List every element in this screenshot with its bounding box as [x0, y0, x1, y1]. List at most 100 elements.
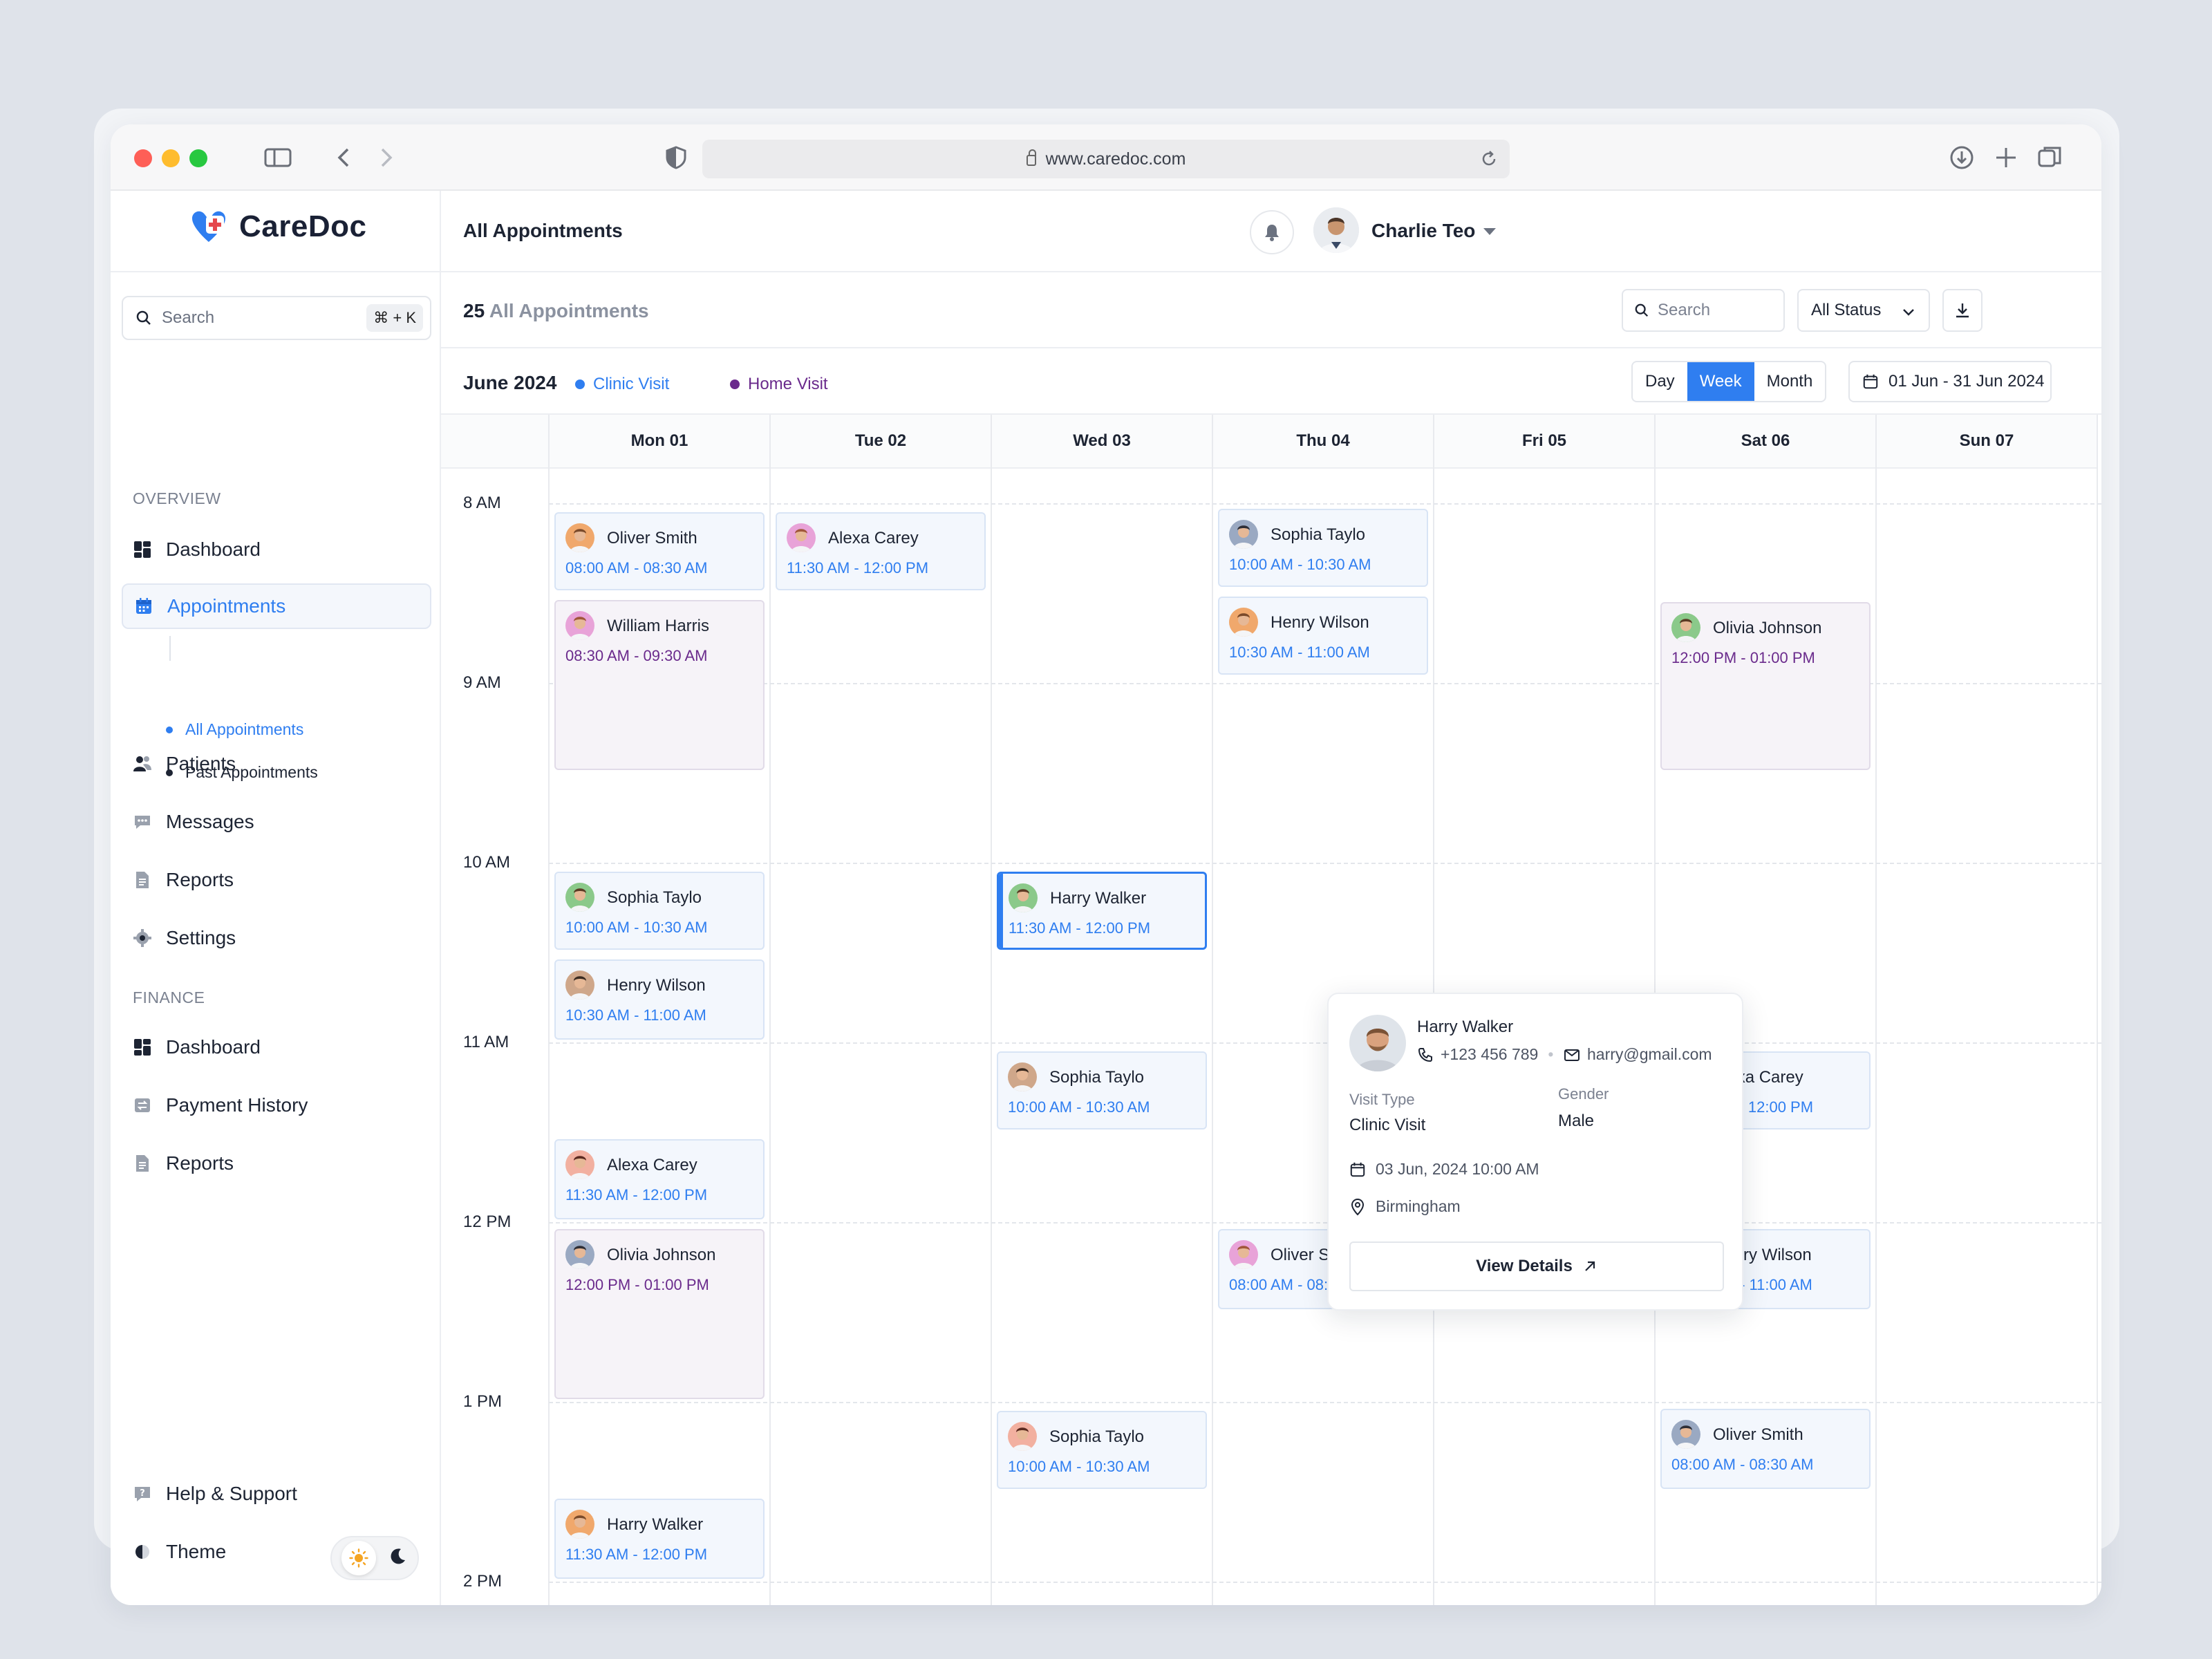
- caredoc-logo[interactable]: CareDoc: [188, 207, 366, 246]
- sidebar-toggle-icon[interactable]: [264, 144, 292, 171]
- patient-avatar: [565, 971, 594, 1000]
- page-header: All Appointments Charlie Teo: [441, 191, 2101, 272]
- count-label: All Appointments: [489, 300, 649, 321]
- hour-gridline: [549, 1042, 2101, 1044]
- download-button[interactable]: [1942, 289, 1983, 332]
- arrow-up-right-icon: [1585, 1261, 1595, 1271]
- brand-name: CareDoc: [239, 209, 367, 243]
- gender-label: Gender: [1558, 1085, 1609, 1103]
- browser-toolbar: www.caredoc.com: [111, 124, 2101, 191]
- hour-label: 2 PM: [463, 1572, 503, 1591]
- sidebar-item-finance-dashboard[interactable]: Dashboard: [122, 1024, 431, 1070]
- user-name[interactable]: Charlie Teo: [1371, 220, 1475, 242]
- reload-icon[interactable]: [1479, 149, 1499, 169]
- sidebar-item-label: Settings: [166, 927, 236, 948]
- appointment-patient-name: Sophia Taylo: [1049, 1427, 1144, 1446]
- view-day-button[interactable]: Day: [1633, 362, 1687, 401]
- new-tab-icon[interactable]: [1992, 144, 2020, 171]
- visit-type-label: Visit Type: [1349, 1091, 1415, 1108]
- payment-icon: [133, 1096, 152, 1115]
- appointment-patient-name: Oliver Smith: [607, 529, 697, 547]
- tabs-overview-icon[interactable]: [2036, 144, 2064, 171]
- search-shortcut-badge: ⌘ + K: [366, 304, 423, 332]
- hour-label: 8 AM: [463, 494, 501, 512]
- appointment-card[interactable]: Alexa Carey 11:30 AM - 12:00 PM: [554, 1139, 765, 1219]
- sidebar-item-settings[interactable]: Settings: [122, 915, 431, 961]
- appointment-time: 12:00 PM - 01:00 PM: [565, 1276, 709, 1294]
- appointment-card[interactable]: Alexa Carey 11:30 AM - 12:00 PM: [776, 512, 986, 590]
- message-icon: [133, 812, 152, 832]
- hour-label: 11 AM: [463, 1033, 509, 1051]
- view-details-button[interactable]: View Details: [1349, 1241, 1724, 1291]
- sidebar-item-label: Payment History: [166, 1094, 308, 1116]
- theme-toggle[interactable]: [330, 1536, 419, 1580]
- popover-phone[interactable]: +123 456 789 •: [1417, 1045, 1553, 1064]
- view-month-button[interactable]: Month: [1754, 362, 1826, 401]
- sidebar-item-appointments[interactable]: Appointments: [122, 583, 431, 629]
- sidebar-item-dashboard[interactable]: Dashboard: [122, 527, 431, 572]
- appointment-patient-name: Olivia Johnson: [1713, 619, 1822, 637]
- appointment-card[interactable]: Olivia Johnson 12:00 PM - 01:00 PM: [554, 1229, 765, 1399]
- minimize-window-button[interactable]: [162, 149, 180, 167]
- sidebar-item-label: Theme: [166, 1541, 227, 1562]
- appointment-time: 08:00 AM - 08:30 AM: [565, 559, 708, 577]
- shield-icon[interactable]: [662, 144, 690, 171]
- sun-icon[interactable]: [341, 1541, 376, 1575]
- sidebar-item-label: Help & Support: [166, 1483, 297, 1504]
- search-placeholder: Search: [1658, 301, 1711, 319]
- appointments-search-input[interactable]: Search: [1622, 289, 1785, 332]
- sidebar-item-payment-history[interactable]: Payment History: [122, 1082, 431, 1128]
- sidebar-item-help[interactable]: ? Help & Support: [122, 1471, 431, 1517]
- appointment-card[interactable]: Sophia Taylo 10:00 AM - 10:30 AM: [1218, 508, 1428, 587]
- patient-avatar: [1009, 883, 1038, 912]
- forward-icon[interactable]: [372, 144, 400, 171]
- day-header: Tue 02: [770, 415, 991, 469]
- appointment-card[interactable]: Sophia Taylo 10:00 AM - 10:30 AM: [554, 872, 765, 950]
- status-filter-select[interactable]: All Status: [1797, 289, 1930, 332]
- moon-icon[interactable]: [387, 1546, 408, 1571]
- maximize-window-button[interactable]: [189, 149, 207, 167]
- appointment-card[interactable]: Sophia Taylo 10:00 AM - 10:30 AM: [997, 1411, 1207, 1489]
- sidebar-item-reports[interactable]: Reports: [122, 857, 431, 903]
- notifications-button[interactable]: [1250, 210, 1294, 254]
- appointment-card[interactable]: Sophia Taylo 10:00 AM - 10:30 AM: [997, 1051, 1207, 1130]
- view-week-button[interactable]: Week: [1687, 362, 1754, 401]
- appointment-time: 11:30 AM - 12:00 PM: [565, 1546, 708, 1564]
- appointment-card[interactable]: Oliver Smith 08:00 AM - 08:30 AM: [554, 512, 765, 590]
- appointment-card[interactable]: Oliver Smith 08:00 AM - 08:30 AM: [1660, 1409, 1871, 1489]
- user-avatar[interactable]: [1313, 207, 1359, 253]
- hour-gridline: [549, 863, 2101, 864]
- appointment-patient-name: Sophia Taylo: [1049, 1068, 1144, 1087]
- sidebar-item-patients[interactable]: Patients: [122, 741, 431, 787]
- appointment-card[interactable]: Olivia Johnson 12:00 PM - 01:00 PM: [1660, 602, 1871, 770]
- lock-icon: [1026, 149, 1036, 166]
- sidebar-item-label: Reports: [166, 1152, 234, 1174]
- download-icon[interactable]: [1948, 144, 1976, 171]
- appointment-time: 10:00 AM - 10:30 AM: [1008, 1458, 1150, 1475]
- appointment-card[interactable]: Henry Wilson 10:30 AM - 11:00 AM: [1218, 597, 1428, 675]
- chevron-down-icon[interactable]: [1483, 228, 1496, 235]
- appointment-card[interactable]: Henry Wilson 10:30 AM - 11:00 AM: [554, 959, 765, 1040]
- appointment-card[interactable]: Harry Walker 11:30 AM - 12:00 PM: [997, 872, 1207, 950]
- legend-label: Home Visit: [748, 375, 828, 393]
- day-header: Sat 06: [1655, 415, 1876, 469]
- appointment-card[interactable]: Harry Walker 11:30 AM - 12:00 PM: [554, 1499, 765, 1579]
- sidebar-item-finance-reports[interactable]: Reports: [122, 1141, 431, 1186]
- submenu-all-appointments[interactable]: All Appointments: [166, 720, 303, 739]
- popover-email[interactable]: harry@gmail.com: [1564, 1045, 1712, 1064]
- close-window-button[interactable]: [134, 149, 152, 167]
- sidebar-item-messages[interactable]: Messages: [122, 799, 431, 845]
- appointments-count: 25 All Appointments: [463, 300, 649, 322]
- sidebar-search-input[interactable]: Search ⌘ + K: [122, 296, 431, 340]
- address-bar[interactable]: www.caredoc.com: [702, 140, 1510, 178]
- appointment-popover: Harry Walker +123 456 789 • harry@gmail.…: [1327, 993, 1743, 1311]
- day-header: Wed 03: [991, 415, 1212, 469]
- appointment-patient-name: William Harris: [607, 617, 709, 636]
- appointment-time: 10:30 AM - 11:00 AM: [565, 1006, 706, 1024]
- appointment-card[interactable]: William Harris 08:30 AM - 09:30 AM: [554, 600, 765, 770]
- day-column-divider: [1875, 415, 1877, 1605]
- appointment-patient-name: Sophia Taylo: [1271, 525, 1365, 544]
- date-range-picker[interactable]: 01 Jun - 31 Jun 2024: [1848, 361, 2052, 402]
- appointment-time: 10:30 AM - 11:00 AM: [1229, 644, 1370, 662]
- back-icon[interactable]: [330, 144, 358, 171]
